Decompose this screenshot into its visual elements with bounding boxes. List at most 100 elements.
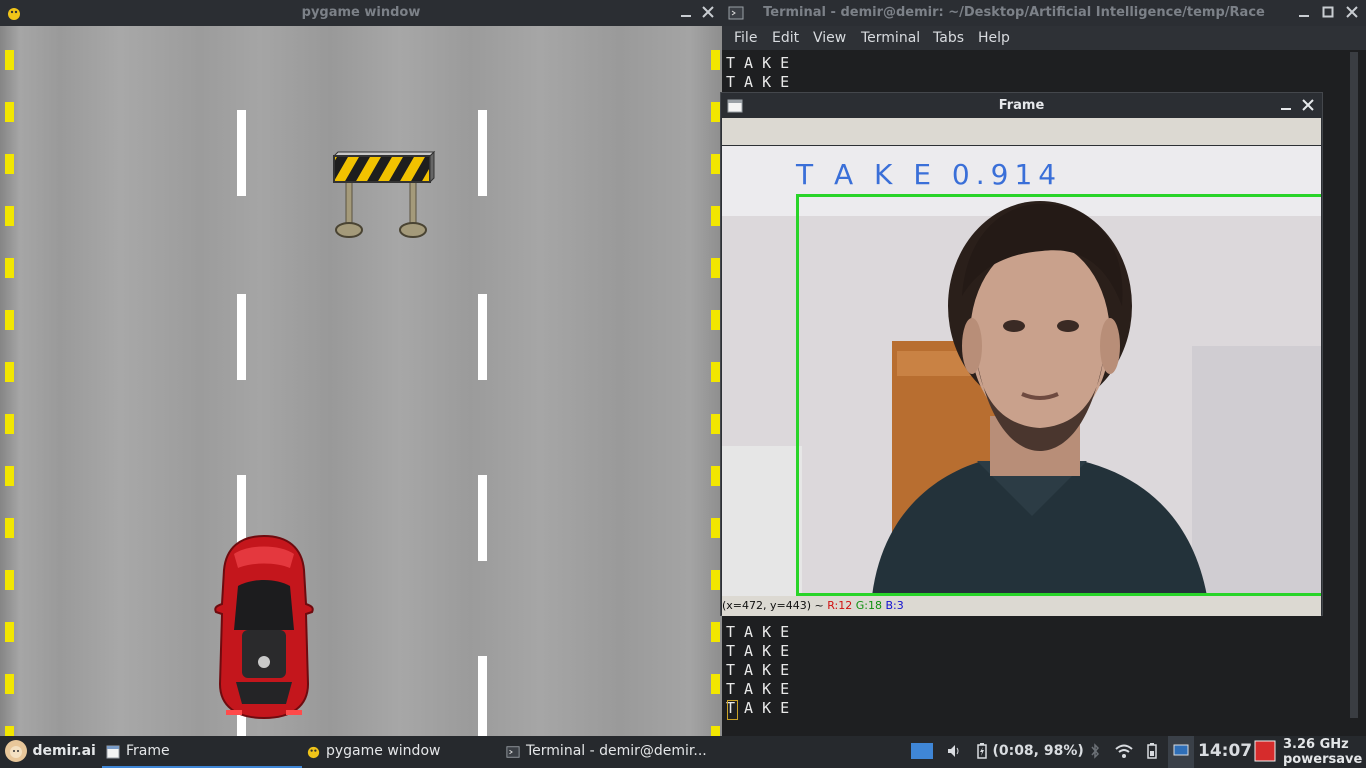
pixel-blue-value: B:3 (885, 599, 904, 612)
road-edge-dash (711, 50, 720, 70)
menu-view[interactable]: View (813, 30, 846, 46)
terminal-titlebar[interactable]: Terminal - demir@demir: ~/Desktop/Artifi… (722, 0, 1366, 26)
pixel-red-value: R:12 (827, 599, 853, 612)
pygame-window[interactable]: pygame window (0, 0, 722, 736)
frame-titlebar[interactable]: Frame (721, 93, 1322, 118)
lane-dash (237, 110, 246, 196)
close-icon (702, 6, 714, 18)
road-edge-dash (711, 414, 720, 434)
road-edge-dash (711, 570, 720, 590)
start-menu-button[interactable]: demir.ai (4, 736, 96, 768)
frame-window[interactable]: Frame T A K E 0.914 (x=472, y=443) ~ R:1… (720, 92, 1323, 616)
road-edge-dash (711, 622, 720, 642)
cpu-governor: powersave (1283, 752, 1363, 767)
frame-toolbar (722, 118, 1321, 145)
cpu-monitor-icon (1254, 740, 1276, 762)
terminal-scrollbar[interactable] (1350, 52, 1358, 718)
minimize-icon (681, 15, 691, 17)
close-button[interactable] (1298, 96, 1318, 116)
task-label: Terminal - demir@demir... (526, 743, 707, 759)
minimize-button[interactable] (676, 3, 696, 23)
volume-button[interactable] (946, 736, 962, 768)
road-edge-dash (711, 726, 720, 736)
battery-text: (0:08, 98%) (992, 743, 1084, 759)
bluetooth-icon (1091, 743, 1100, 759)
road-edge-dash (5, 310, 14, 330)
pygame-titlebar[interactable]: pygame window (0, 0, 722, 26)
terminal-menubar: File Edit View Terminal Tabs Help (722, 26, 1366, 50)
lane-dash (237, 294, 246, 380)
bluetooth-button[interactable] (1089, 736, 1101, 768)
wifi-icon (1115, 744, 1133, 758)
screen-icon (1173, 744, 1189, 756)
road-edge-dash (5, 206, 14, 226)
close-icon (1302, 99, 1314, 111)
speaker-icon (948, 745, 959, 757)
road-edge-dash (5, 258, 14, 278)
lion-logo-icon (5, 740, 27, 762)
frame-statusbar: (x=472, y=443) ~ R:12 G:18 B:3 (722, 596, 1321, 616)
road-edge-dash (5, 50, 14, 70)
pixel-coords: (x=472, y=443) ~ (722, 599, 828, 612)
road-edge-dash (5, 362, 14, 382)
minimize-icon (1299, 15, 1309, 17)
road-edge-dash (5, 414, 14, 434)
notification-button[interactable] (1168, 736, 1194, 768)
maximize-button[interactable] (1318, 3, 1338, 23)
battery-indicator[interactable]: (0:08, 98%) (976, 736, 1084, 768)
maximize-icon (1322, 6, 1334, 18)
clock[interactable]: 14:07 (1198, 736, 1252, 768)
road-edge-dash (711, 674, 720, 694)
road-barrier-obstacle (332, 150, 436, 238)
lane-dash (478, 110, 487, 196)
detection-label: T A K E 0.914 (796, 158, 1063, 191)
cpu-frequency-plugin[interactable]: 3.26 GHz powersave (1283, 737, 1362, 767)
close-button[interactable] (698, 3, 718, 23)
road-edge-dash (711, 102, 720, 122)
road-edge-dash (711, 258, 720, 278)
minimize-button[interactable] (1276, 96, 1296, 116)
task-label: Frame (126, 743, 170, 759)
road-edge-dash (711, 154, 720, 174)
menu-terminal[interactable]: Terminal (861, 30, 920, 46)
task-pygame-window[interactable]: pygame window (302, 736, 502, 768)
cpu-frequency: 3.26 GHz (1283, 737, 1349, 752)
minimize-icon (1281, 108, 1291, 110)
road-edge-dash (5, 154, 14, 174)
window-title: Frame (998, 98, 1045, 113)
minimize-button[interactable] (1294, 3, 1314, 23)
road-edge-dash (5, 518, 14, 538)
cpu-graph[interactable] (1254, 736, 1276, 768)
workspace-icon (911, 743, 933, 759)
road-edge-dash (5, 674, 14, 694)
task-frame[interactable]: Frame (102, 736, 302, 768)
power-manager-button[interactable] (1146, 736, 1158, 768)
road-edge-dash (5, 622, 14, 642)
lane-dash (478, 294, 487, 380)
lane-dash (478, 475, 487, 561)
lane-dash (478, 656, 487, 736)
battery-charging-icon (977, 743, 987, 759)
window-title: Terminal - demir@demir: ~/Desktop/Artifi… (763, 5, 1265, 20)
battery-icon (1147, 743, 1157, 759)
task-label: pygame window (326, 743, 441, 759)
menu-help[interactable]: Help (978, 30, 1010, 46)
road-edge-dash (711, 362, 720, 382)
menu-file[interactable]: File (734, 30, 757, 46)
menu-tabs[interactable]: Tabs (933, 30, 964, 46)
menu-edit[interactable]: Edit (772, 30, 799, 46)
terminal-cursor (727, 700, 738, 720)
close-icon (1346, 6, 1358, 18)
road-edge-dash (5, 102, 14, 122)
pixel-green-value: G:18 (855, 599, 882, 612)
network-button[interactable] (1114, 736, 1134, 768)
close-button[interactable] (1342, 3, 1362, 23)
window-title: pygame window (301, 5, 421, 20)
window-icon (106, 745, 120, 759)
terminal-icon (506, 746, 520, 758)
terminal-output-top[interactable]: T A K E T A K E (726, 54, 789, 92)
webcam-feed[interactable]: T A K E 0.914 (722, 146, 1321, 596)
task-terminal[interactable]: Terminal - demir@demir... (502, 736, 707, 768)
detection-bounding-box (796, 194, 1321, 596)
workspace-switcher[interactable] (910, 736, 934, 768)
